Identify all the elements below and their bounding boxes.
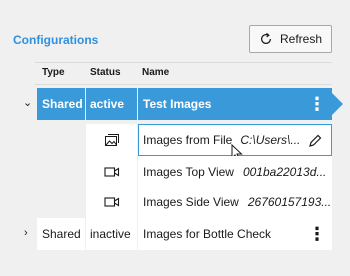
- panel-title: Configurations: [13, 33, 99, 47]
- row-type: Shared: [37, 218, 85, 250]
- refresh-button[interactable]: Refresh: [249, 25, 332, 53]
- edit-pencil-icon[interactable]: [308, 134, 322, 148]
- more-options-icon[interactable]: ⋮: [308, 225, 326, 243]
- subrow-value: C:\Users\...: [240, 133, 301, 147]
- subrow-name: Images Side View: [143, 195, 239, 209]
- list-item[interactable]: Images from File C:\Users\...: [0, 124, 350, 162]
- image-file-icon: [104, 134, 119, 146]
- refresh-label: Refresh: [279, 32, 323, 46]
- row-status: inactive: [86, 218, 137, 250]
- more-options-icon[interactable]: ⋮: [308, 95, 326, 113]
- table-row[interactable]: ⌄ Shared active Test Images ⋮: [0, 88, 350, 120]
- table-row[interactable]: › Shared inactive Images for Bottle Chec…: [0, 218, 350, 250]
- column-header-status: Status: [90, 67, 121, 78]
- camera-icon: [103, 167, 119, 177]
- row-type: Shared: [37, 88, 85, 120]
- subrow-name: Images from File: [143, 133, 233, 147]
- subrow-name: Images Top View: [143, 165, 234, 179]
- list-item[interactable]: Images Top View 001ba22013d...: [0, 156, 350, 188]
- column-header-name: Name: [142, 67, 170, 78]
- subrow-value: 26760157193...: [247, 195, 332, 209]
- row-name: Test Images: [138, 88, 332, 120]
- column-header-type: Type: [42, 67, 65, 78]
- chevron-right-icon[interactable]: ›: [24, 227, 28, 239]
- refresh-icon: [261, 32, 271, 44]
- header-divider-top: [35, 62, 332, 63]
- camera-icon: [103, 197, 119, 207]
- subrow-value: 001ba22013d...: [242, 165, 327, 179]
- list-item[interactable]: Images Side View 26760157193...: [0, 186, 350, 218]
- selection-pointer: [331, 92, 343, 116]
- chevron-down-icon[interactable]: ⌄: [23, 96, 32, 109]
- header-divider-bottom: [35, 84, 332, 85]
- row-name: Images for Bottle Check: [138, 218, 332, 250]
- row-status: active: [86, 88, 137, 120]
